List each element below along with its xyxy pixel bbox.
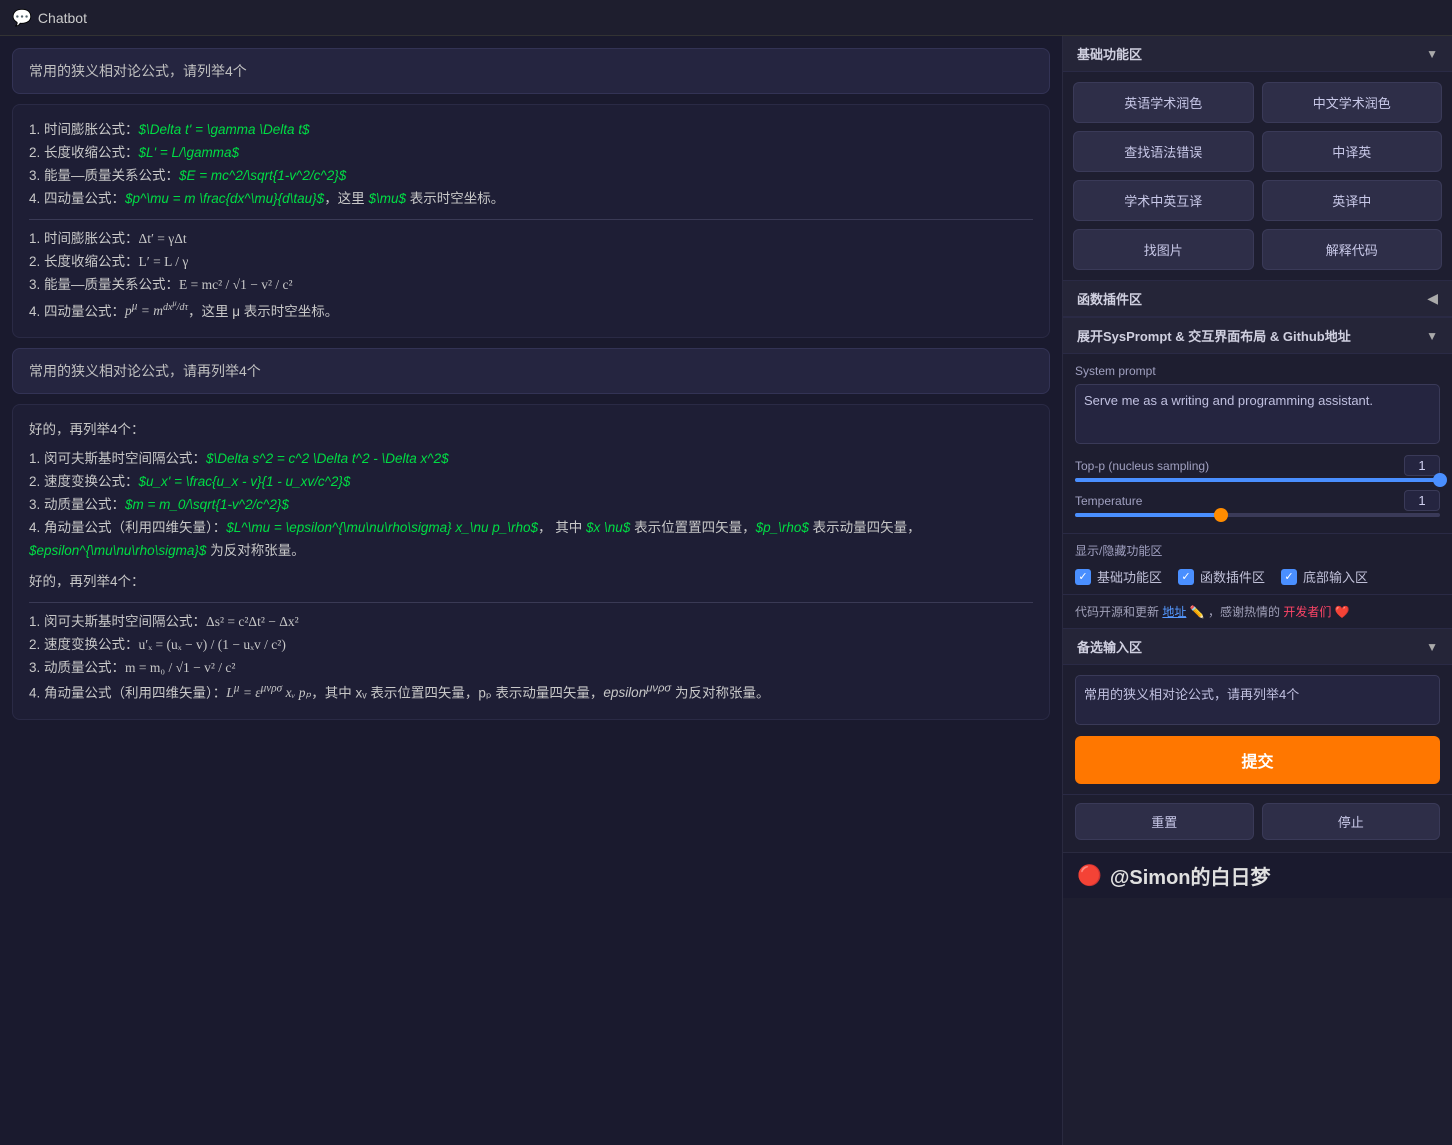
watermark-text: @Simon的白日梦 bbox=[1110, 861, 1271, 890]
source-link[interactable]: 地址 bbox=[1162, 605, 1186, 619]
chat-panel: 常用的狭义相对论公式，请列举4个 1. 时间膨胀公式：$\Delta t' = … bbox=[0, 36, 1062, 1145]
btn-english-polish[interactable]: 英语学术润色 bbox=[1073, 82, 1254, 123]
btn-academic-translate[interactable]: 学术中英互译 bbox=[1073, 180, 1254, 221]
checkbox-basic-box: ✓ bbox=[1075, 569, 1091, 585]
visibility-checkboxes: ✓ 基础功能区 ✓ 函数插件区 ✓ 底部输入区 bbox=[1075, 567, 1440, 586]
alt-input-body: 常用的狭义相对论公式，请再列举4个 提交 bbox=[1063, 665, 1452, 794]
system-prompt-textarea[interactable]: Serve me as a writing and programming as… bbox=[1075, 384, 1440, 444]
plugin-arrow: ◀ bbox=[1427, 290, 1438, 307]
checkbox-plugin-box: ✓ bbox=[1178, 569, 1194, 585]
links-row: 代码开源和更新 地址 ✏️ ，感谢热情的 开发者们 ❤️ bbox=[1063, 595, 1452, 629]
right-panel: 基础功能区 ▼ 英语学术润色 中文学术润色 查找语法错误 中译英 学术中英互译 … bbox=[1062, 36, 1452, 1145]
sysprompt-body: System prompt Serve me as a writing and … bbox=[1063, 354, 1452, 533]
btn-grammar-check[interactable]: 查找语法错误 bbox=[1073, 131, 1254, 172]
user-message-2: 常用的狭义相对论公式，请再列举4个 bbox=[12, 348, 1050, 394]
btn-cn-to-en[interactable]: 中译英 bbox=[1262, 131, 1443, 172]
assistant-message-1: 1. 时间膨胀公式：$\Delta t' = \gamma \Delta t$ … bbox=[12, 104, 1050, 338]
top-p-slider[interactable] bbox=[1075, 478, 1440, 482]
stop-button[interactable]: 停止 bbox=[1262, 803, 1441, 840]
app-title: Chatbot bbox=[38, 10, 87, 26]
checkbox-basic[interactable]: ✓ 基础功能区 bbox=[1075, 567, 1162, 586]
rendered-formulas-1: 1. 时间膨胀公式：Δt′ = γΔt 2. 长度收缩公式：L′ = L / γ… bbox=[29, 228, 1033, 324]
rendered-formulas-2: 1. 闵可夫斯基时空间隔公式：Δs² = c²Δt² − Δx² 2. 速度变换… bbox=[29, 611, 1033, 705]
submit-button[interactable]: 提交 bbox=[1075, 736, 1440, 784]
sysprompt-section: 展开SysPrompt & 交互界面布局 & Github地址 ▼ System… bbox=[1063, 318, 1452, 534]
btn-find-image[interactable]: 找图片 bbox=[1073, 229, 1254, 270]
alt-input-textarea[interactable]: 常用的狭义相对论公式，请再列举4个 bbox=[1075, 675, 1440, 725]
visibility-section: 显示/隐藏功能区 ✓ 基础功能区 ✓ 函数插件区 ✓ 底部输入区 bbox=[1063, 534, 1452, 595]
intro-2: 好的，再列举4个： bbox=[29, 419, 1033, 442]
plugin-section: 函数插件区 ◀ bbox=[1063, 281, 1452, 318]
alt-input-header[interactable]: 备选输入区 ▼ bbox=[1063, 629, 1452, 665]
btn-chinese-polish[interactable]: 中文学术润色 bbox=[1262, 82, 1443, 123]
basic-functions-grid: 英语学术润色 中文学术润色 查找语法错误 中译英 学术中英互译 英译中 找图片 … bbox=[1063, 72, 1452, 281]
reset-button[interactable]: 重置 bbox=[1075, 803, 1254, 840]
temperature-slider[interactable] bbox=[1075, 513, 1440, 517]
plugin-header[interactable]: 函数插件区 ◀ bbox=[1063, 281, 1452, 317]
weibo-icon: 🔴 bbox=[1077, 863, 1102, 888]
user-message-1: 常用的狭义相对论公式，请列举4个 bbox=[12, 48, 1050, 94]
btn-en-to-cn[interactable]: 英译中 bbox=[1262, 180, 1443, 221]
watermark-bar: 🔴 @Simon的白日梦 bbox=[1063, 852, 1452, 898]
checkbox-bottom[interactable]: ✓ 底部输入区 bbox=[1281, 567, 1368, 586]
sysprompt-header[interactable]: 展开SysPrompt & 交互界面布局 & Github地址 ▼ bbox=[1063, 318, 1452, 354]
basic-functions-header[interactable]: 基础功能区 ▼ bbox=[1063, 36, 1452, 72]
basic-functions-arrow: ▼ bbox=[1426, 47, 1438, 61]
sysprompt-arrow: ▼ bbox=[1426, 329, 1438, 343]
bottom-buttons-row: 重置 停止 bbox=[1063, 795, 1452, 852]
assistant-message-2: 好的，再列举4个： 1. 闵可夫斯基时空间隔公式：$\Delta s^2 = c… bbox=[12, 404, 1050, 720]
top-bar: 💬 Chatbot bbox=[0, 0, 1452, 36]
raw-formulas-1: 1. 时间膨胀公式：$\Delta t' = \gamma \Delta t$ … bbox=[29, 119, 1033, 211]
alt-input-arrow: ▼ bbox=[1426, 640, 1438, 654]
alt-input-section: 备选输入区 ▼ 常用的狭义相对论公式，请再列举4个 提交 bbox=[1063, 629, 1452, 795]
checkbox-plugin[interactable]: ✓ 函数插件区 bbox=[1178, 567, 1265, 586]
btn-explain-code[interactable]: 解释代码 bbox=[1262, 229, 1443, 270]
checkbox-bottom-box: ✓ bbox=[1281, 569, 1297, 585]
developers-link[interactable]: 开发者们 bbox=[1283, 605, 1331, 619]
chatbot-icon: 💬 bbox=[12, 8, 32, 28]
